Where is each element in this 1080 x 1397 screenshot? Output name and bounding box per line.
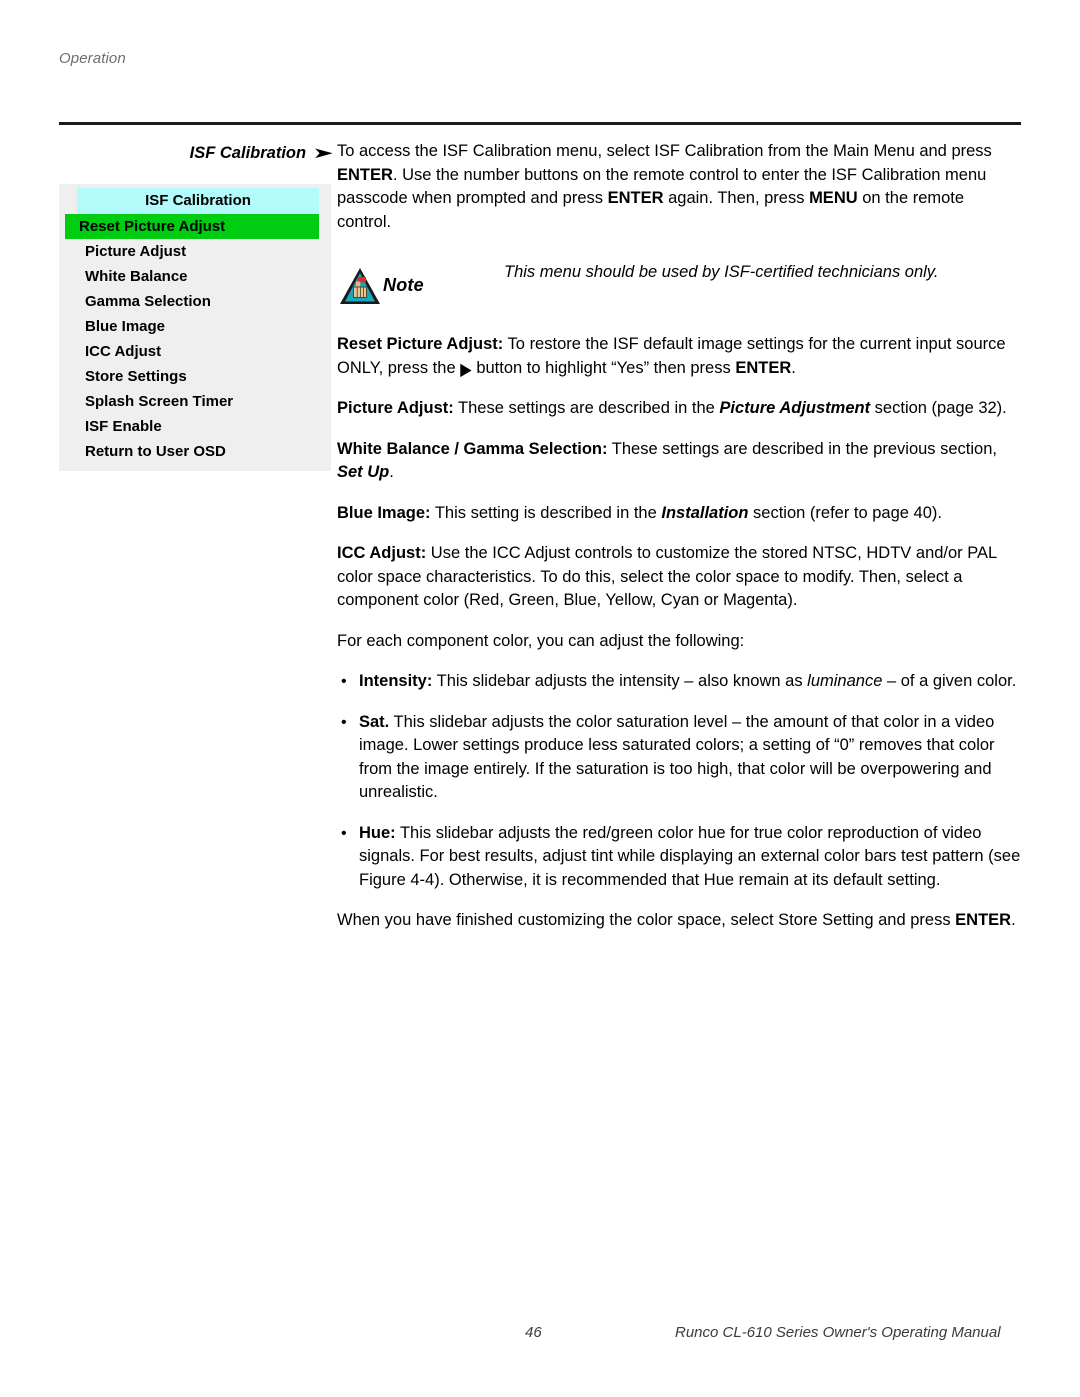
osd-menu-item-store-settings[interactable]: Store Settings — [65, 364, 319, 389]
term-icc-adjust: ICC Adjust: — [337, 544, 427, 562]
section-heading: ISF Calibration ➤ — [59, 140, 334, 166]
text-run: These settings are described in the prev… — [607, 439, 997, 458]
text-run: This slidebar adjusts the color saturati… — [359, 712, 995, 802]
term-white-balance-gamma-selection: White Balance / Gamma Selection: — [337, 439, 608, 458]
bullet-icon: • — [341, 824, 347, 842]
note-pointing-hand-icon — [339, 267, 381, 305]
osd-menu-item-gamma-selection[interactable]: Gamma Selection — [65, 289, 319, 314]
running-head: Operation — [59, 50, 126, 67]
osd-menu-screenshot: ISF Calibration Reset Picture Adjust Pic… — [59, 184, 331, 471]
paragraph-closing: When you have finished customizing the c… — [337, 909, 1021, 933]
text-run: To access the ISF Calibration menu, sele… — [337, 142, 992, 160]
paragraph-icc-adjust: ICC Adjust: Use the ICC Adjust controls … — [337, 542, 1021, 613]
bullet-icon: • — [341, 713, 347, 731]
key-menu: MENU — [809, 189, 858, 207]
term-sat: Sat. — [359, 712, 390, 731]
list-item-intensity: • Intensity: This slidebar adjusts the in… — [337, 670, 1021, 694]
paragraph-picture-adjust: Picture Adjust: These settings are descr… — [337, 397, 1021, 421]
term-hue: Hue: — [359, 823, 396, 842]
note-callout: Note This menu should be used by ISF-cer… — [337, 251, 1021, 305]
bullet-icon: • — [341, 673, 347, 690]
cross-reference-set-up: Set Up — [337, 463, 390, 481]
paragraph-intro: To access the ISF Calibration menu, sele… — [337, 140, 1021, 234]
text-run: Use the ICC Adjust controls to customize… — [337, 544, 997, 609]
text-run: . — [389, 463, 394, 481]
osd-menu-item-blue-image[interactable]: Blue Image — [65, 314, 319, 339]
page-footer: 46 Runco CL-610 Series Owner's Operating… — [59, 1324, 1021, 1346]
left-column: ISF Calibration ➤ — [59, 140, 334, 166]
list-item-hue: • Hue: This slidebar adjusts the red/gree… — [337, 822, 1021, 893]
osd-menu-item-splash-screen-timer[interactable]: Splash Screen Timer — [65, 389, 319, 414]
osd-menu-item-white-balance[interactable]: White Balance — [65, 264, 319, 289]
term-blue-image: Blue Image: — [337, 503, 431, 522]
document-page: Operation ISF Calibration ➤ ISF Calibrati… — [0, 0, 1080, 1397]
osd-menu-item-return-to-user-osd[interactable]: Return to User OSD — [65, 439, 319, 464]
footer-page-number: 46 — [525, 1324, 542, 1341]
section-heading-label: ISF Calibration — [189, 144, 307, 162]
text-run: This setting is described in the — [430, 503, 662, 522]
text-run: This slidebar adjusts the intensity – al… — [432, 672, 808, 690]
key-enter: ENTER — [955, 911, 1012, 929]
cross-reference-installation: Installation — [661, 503, 749, 522]
text-run: – of a given color. — [882, 672, 1017, 690]
note-label: Note — [383, 275, 424, 295]
osd-menu-item-picture-adjust[interactable]: Picture Adjust — [65, 239, 319, 264]
section-arrow-icon: ➤ — [312, 145, 334, 162]
term-intensity: Intensity: — [359, 672, 433, 690]
term-reset-picture-adjust: Reset Picture Adjust: — [337, 335, 504, 353]
text-run: again. Then, press — [663, 189, 810, 207]
text-run: These settings are described in the — [453, 399, 720, 417]
paragraph-for-each-component-color: For each component color, you can adjust… — [337, 631, 745, 650]
right-arrow-icon: ▶ — [460, 358, 472, 380]
key-enter: ENTER — [337, 165, 393, 184]
text-run: . — [791, 358, 796, 377]
emphasis-luminance: luminance — [807, 672, 883, 690]
text-run: section (refer to page 40). — [748, 503, 942, 522]
body-column: To access the ISF Calibration menu, sele… — [337, 140, 1021, 950]
list-item-sat: • Sat. This slidebar adjusts the color sa… — [337, 711, 1021, 805]
text-run: When you have finished customizing the c… — [337, 911, 956, 929]
key-enter: ENTER — [735, 358, 792, 377]
key-enter: ENTER — [607, 189, 664, 207]
paragraph-white-balance-gamma: White Balance / Gamma Selection: These s… — [337, 438, 1021, 485]
paragraph-reset-picture-adjust: Reset Picture Adjust: To restore the ISF… — [337, 333, 1021, 380]
cross-reference-picture-adjustment: Picture Adjustment — [719, 399, 871, 417]
paragraph-blue-image: Blue Image: This setting is described in… — [337, 502, 1021, 526]
osd-menu-title: ISF Calibration — [77, 188, 319, 214]
osd-menu-item-reset-picture-adjust[interactable]: Reset Picture Adjust — [65, 214, 319, 239]
text-run: button to highlight “Yes” then press — [471, 358, 736, 377]
osd-menu-item-isf-enable[interactable]: ISF Enable — [65, 414, 319, 439]
header-divider-rule — [59, 122, 1021, 125]
footer-manual-title: Runco CL-610 Series Owner's Operating Ma… — [675, 1324, 1001, 1341]
text-run: This slidebar adjusts the red/green colo… — [359, 823, 1021, 889]
note-text: This menu should be used by ISF-certifie… — [504, 263, 939, 281]
text-run: section (page 32). — [870, 399, 1007, 417]
text-run: . — [1011, 911, 1016, 929]
term-picture-adjust: Picture Adjust: — [337, 399, 454, 417]
osd-menu-item-icc-adjust[interactable]: ICC Adjust — [65, 339, 319, 364]
